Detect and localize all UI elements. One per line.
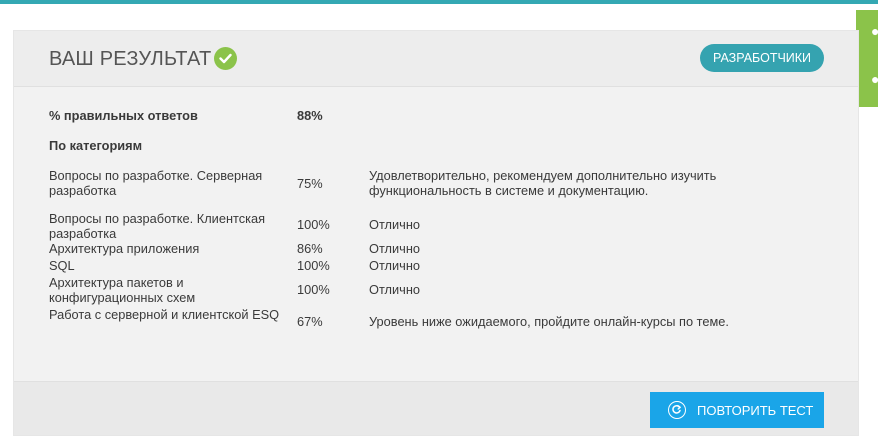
page-title: ВАШ РЕЗУЛЬТАТ: [49, 48, 212, 70]
summary-value: 88%: [297, 108, 323, 123]
category-name: Вопросы по разработке. Клиентская разраб…: [49, 211, 266, 241]
category-score: 86%: [297, 241, 323, 256]
result-card: ВАШ РЕЗУЛЬТАТ РАЗРАБОТЧИКИ % правильных …: [13, 30, 859, 436]
category-score: 75%: [297, 176, 323, 191]
category-name: Архитектура пакетов и конфигурационных с…: [49, 275, 196, 305]
category-score: 100%: [297, 258, 330, 273]
side-tab-icon: ●: [871, 23, 878, 39]
developers-badge[interactable]: РАЗРАБОТЧИКИ: [700, 44, 824, 72]
category-comment: Отлично: [369, 241, 421, 256]
result-footer: ПОВТОРИТЬ ТЕСТ: [14, 381, 858, 435]
check-icon: [214, 47, 237, 70]
category-name: Вопросы по разработке. Серверная разрабо…: [49, 168, 263, 198]
category-name: SQL: [49, 258, 75, 273]
summary-label: % правильных ответов: [49, 108, 198, 123]
user-icon: ●: [871, 71, 878, 87]
retry-test-label: ПОВТОРИТЬ ТЕСТ: [697, 403, 814, 418]
side-panel-tab[interactable]: ● ●: [856, 10, 878, 107]
category-comment: Отлично: [369, 282, 421, 297]
result-header: ВАШ РЕЗУЛЬТАТ РАЗРАБОТЧИКИ: [14, 31, 858, 87]
category-comment: Удовлетворительно, рекомендуем дополните…: [369, 168, 717, 198]
category-comment: Отлично: [369, 258, 421, 273]
retry-test-button[interactable]: ПОВТОРИТЬ ТЕСТ: [650, 392, 824, 428]
category-score: 100%: [297, 217, 330, 232]
category-score: 67%: [297, 314, 323, 329]
category-score: 100%: [297, 282, 330, 297]
category-name: Архитектура приложения: [49, 241, 200, 256]
refresh-icon: [668, 401, 686, 419]
category-name: Работа с серверной и клиентской ESQ: [49, 307, 280, 322]
category-comment: Отлично: [369, 217, 421, 232]
top-accent-bar: [0, 0, 878, 4]
categories-heading: По категориям: [49, 138, 143, 153]
category-comment: Уровень ниже ожидаемого, пройдите онлайн…: [369, 314, 729, 329]
